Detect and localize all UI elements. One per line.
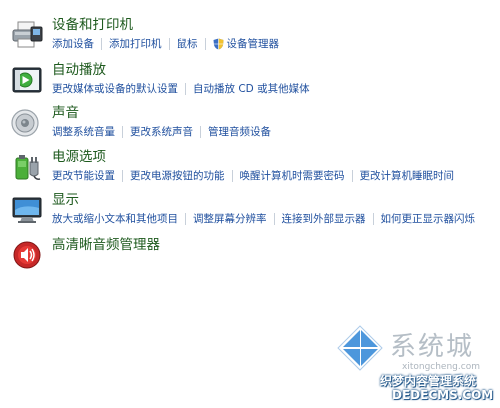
category-links: 更改节能设置 更改电源按钮的功能 唤醒计算机时需要密码 更改计算机睡眠时间	[52, 168, 500, 184]
link-fix-monitor-flicker[interactable]: 如何更正显示器闪烁	[381, 211, 476, 227]
category-display: 显示 放大或缩小文本和其他项目 调整屏幕分辨率 连接到外部显示器 如何更正显示器闪烁	[8, 191, 500, 231]
link-change-power-saving[interactable]: 更改节能设置	[52, 168, 115, 184]
link-connect-external-display[interactable]: 连接到外部显示器	[282, 211, 366, 227]
category-title[interactable]: 设备和打印机	[52, 16, 133, 34]
watermark-site: xitongcheng.com	[402, 362, 480, 372]
separator	[273, 213, 275, 225]
link-adjust-resolution[interactable]: 调整屏幕分辨率	[193, 211, 267, 227]
category-title[interactable]: 高清晰音频管理器	[52, 236, 160, 254]
hd-audio-icon[interactable]	[10, 240, 44, 270]
separator	[372, 213, 374, 225]
power-battery-icon[interactable]	[10, 152, 44, 182]
separator	[168, 38, 170, 50]
monitor-icon[interactable]	[10, 195, 44, 225]
separator	[204, 38, 206, 50]
category-links: 放大或缩小文本和其他项目 调整屏幕分辨率 连接到外部显示器 如何更正显示器闪烁	[52, 211, 500, 227]
category-hd-audio-manager: 高清晰音频管理器	[8, 236, 500, 276]
link-autoplay-cd[interactable]: 自动播放 CD 或其他媒体	[193, 81, 310, 97]
link-resize-text[interactable]: 放大或缩小文本和其他项目	[52, 211, 178, 227]
link-adjust-system-volume[interactable]: 调整系统音量	[52, 124, 115, 140]
category-autoplay: 自动播放 更改媒体或设备的默认设置 自动播放 CD 或其他媒体	[8, 61, 500, 101]
watermark-cms-name: 织梦内容管理系统	[380, 374, 477, 388]
category-links: 更改媒体或设备的默认设置 自动播放 CD 或其他媒体	[52, 81, 500, 97]
separator	[185, 213, 186, 225]
link-change-sleep-time[interactable]: 更改计算机睡眠时间	[360, 168, 455, 184]
printer-icon[interactable]	[10, 20, 44, 50]
category-links: 调整系统音量 更改系统声音 管理音频设备	[52, 124, 500, 140]
separator	[200, 126, 201, 138]
category-links: 添加设备 添加打印机 鼠标 设备管理器	[52, 36, 500, 52]
watermark-url: DEDECMS.COM	[392, 388, 494, 402]
autoplay-icon[interactable]	[10, 65, 44, 95]
speaker-icon[interactable]	[10, 108, 44, 138]
category-title[interactable]: 电源选项	[52, 148, 106, 166]
watermark: 系统城 xitongcheng.com 织梦内容管理系统 DEDECMS.COM	[330, 318, 500, 408]
separator	[101, 38, 102, 50]
windows-logo-icon	[332, 320, 388, 376]
category-sound: 声音 调整系统音量 更改系统声音 管理音频设备	[8, 104, 500, 144]
uac-shield-icon	[213, 38, 224, 50]
category-title[interactable]: 显示	[52, 191, 79, 209]
link-change-power-buttons[interactable]: 更改电源按钮的功能	[130, 168, 225, 184]
separator	[185, 83, 186, 95]
separator	[231, 170, 233, 182]
link-change-system-sounds[interactable]: 更改系统声音	[130, 124, 193, 140]
watermark-brand: 系统城	[390, 332, 475, 362]
category-devices-printers: 设备和打印机 添加设备 添加打印机 鼠标 设备管理器	[8, 16, 500, 56]
link-add-device[interactable]: 添加设备	[52, 36, 94, 52]
link-device-manager[interactable]: 设备管理器	[227, 36, 280, 52]
category-title[interactable]: 自动播放	[52, 61, 106, 79]
link-add-printer[interactable]: 添加打印机	[109, 36, 162, 52]
link-require-password-on-wake[interactable]: 唤醒计算机时需要密码	[240, 168, 345, 184]
category-title[interactable]: 声音	[52, 104, 79, 122]
separator	[122, 170, 123, 182]
separator	[351, 170, 353, 182]
link-change-default-media-settings[interactable]: 更改媒体或设备的默认设置	[52, 81, 178, 97]
link-mouse[interactable]: 鼠标	[177, 36, 198, 52]
separator	[122, 126, 123, 138]
link-manage-audio-devices[interactable]: 管理音频设备	[208, 124, 271, 140]
category-power-options: 电源选项 更改节能设置 更改电源按钮的功能 唤醒计算机时需要密码 更改计算机睡眠时间	[8, 148, 500, 188]
